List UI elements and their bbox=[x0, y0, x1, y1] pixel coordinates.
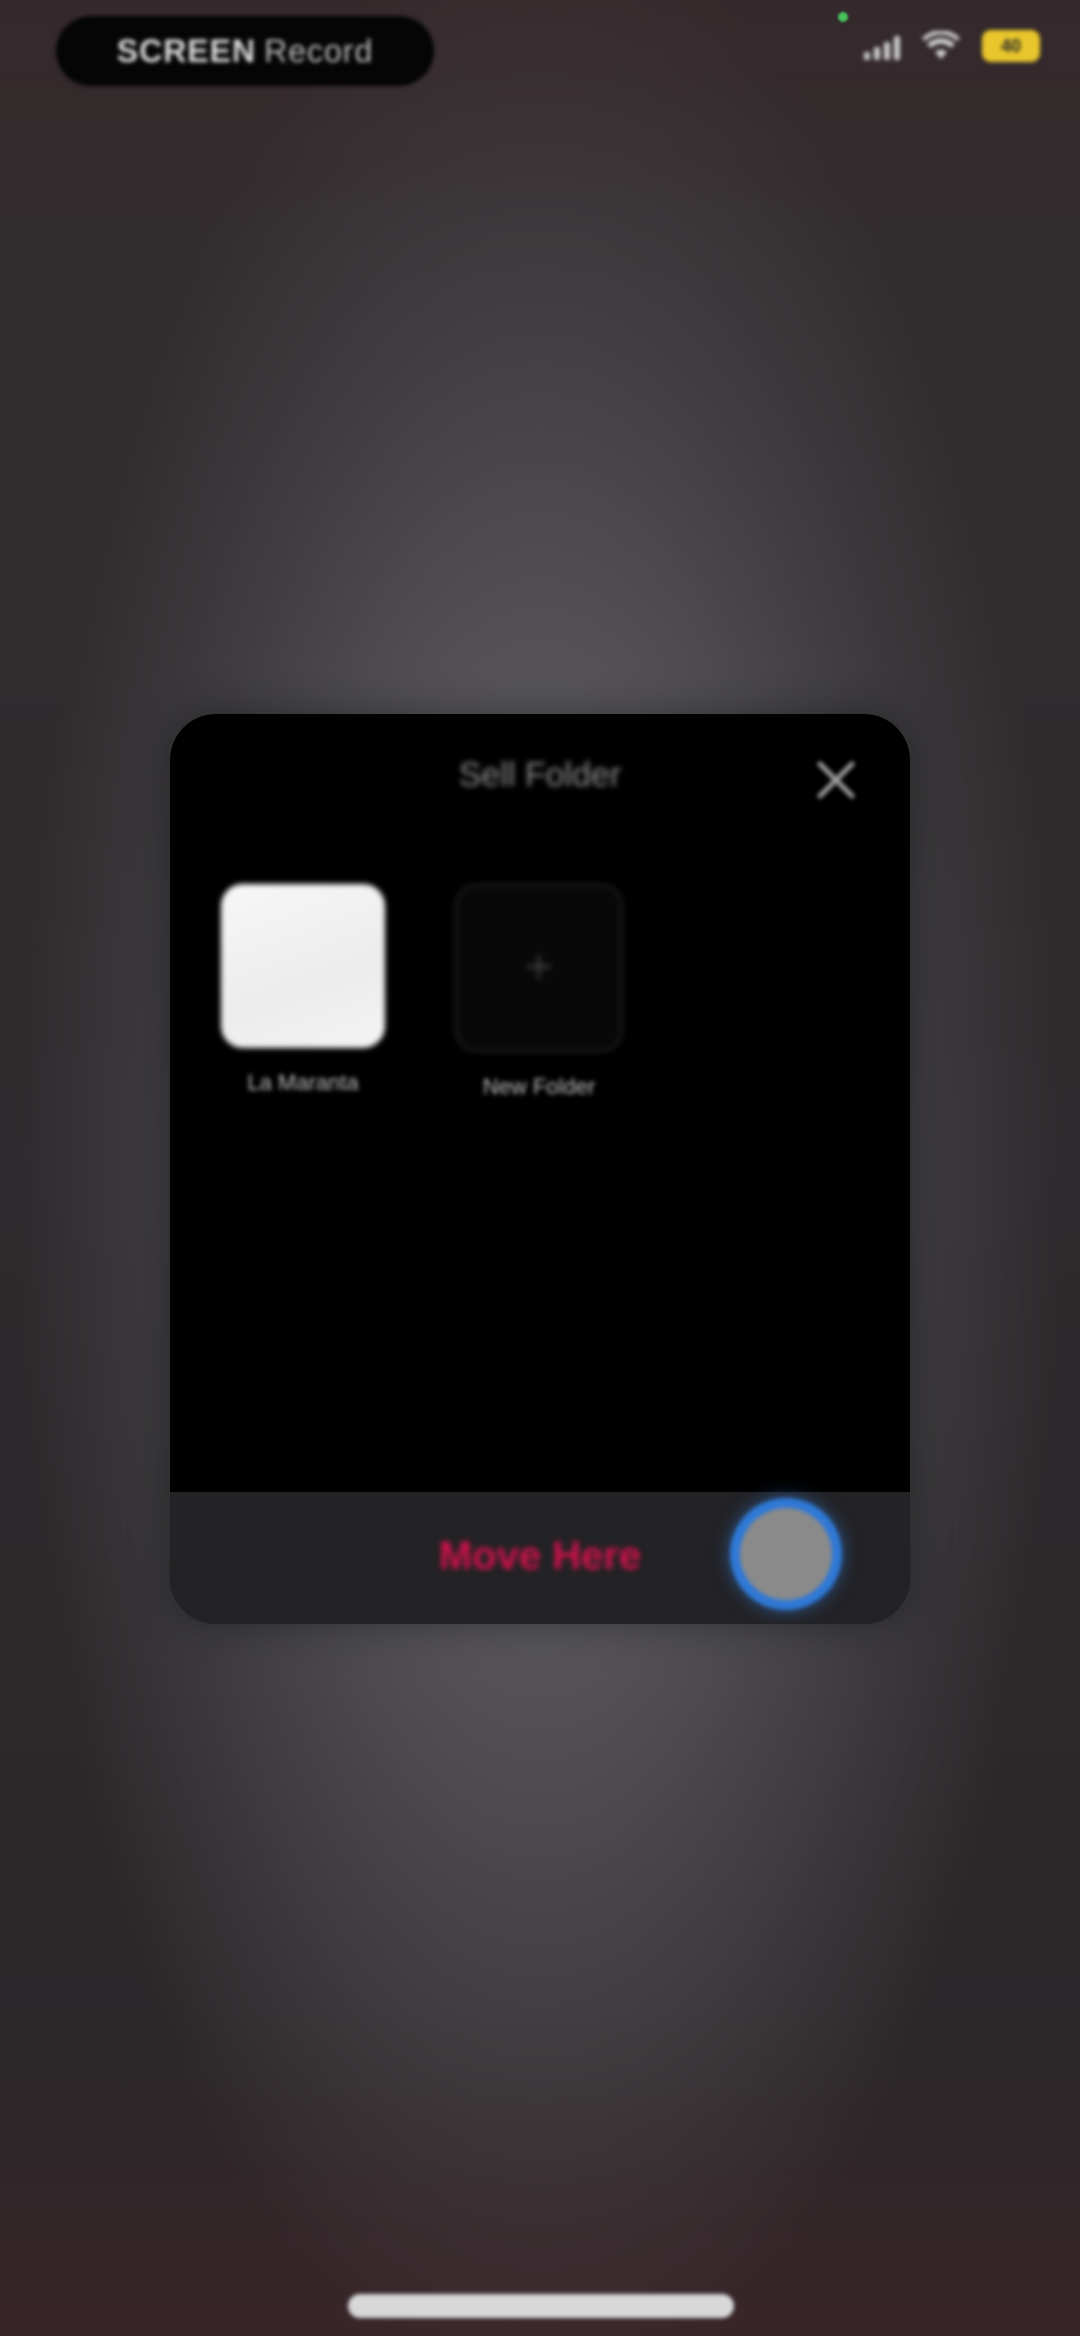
screen-record-indicator: SCREEN Record bbox=[56, 16, 434, 86]
touch-indicator bbox=[730, 1498, 842, 1610]
cellular-signal-icon bbox=[864, 32, 900, 60]
new-folder-thumbnail: + bbox=[455, 884, 623, 1052]
new-folder-item[interactable]: + New Folder bbox=[454, 884, 624, 1100]
new-folder-label: New Folder bbox=[482, 1074, 596, 1099]
home-indicator[interactable] bbox=[348, 2294, 734, 2318]
wifi-icon bbox=[922, 31, 960, 59]
recording-label: SCREEN bbox=[116, 32, 257, 69]
recording-sublabel: Record bbox=[264, 32, 374, 69]
dialog-footer: Move Here bbox=[170, 1492, 910, 1624]
close-icon[interactable] bbox=[808, 752, 864, 808]
dialog-title: Sell Folder bbox=[458, 756, 622, 794]
plus-icon: + bbox=[524, 941, 554, 994]
folder-thumbnail bbox=[221, 884, 385, 1048]
battery-level: 40 bbox=[1000, 35, 1022, 56]
battery-icon: 40 bbox=[982, 30, 1040, 62]
folder-label: La Maranta bbox=[247, 1070, 359, 1095]
move-to-folder-dialog: Sell Folder La Maranta + New Folder Move… bbox=[170, 714, 910, 1624]
camera-in-use-dot bbox=[838, 12, 848, 22]
status-icons: 40 bbox=[864, 30, 1040, 62]
folder-item[interactable]: La Maranta bbox=[218, 884, 388, 1096]
